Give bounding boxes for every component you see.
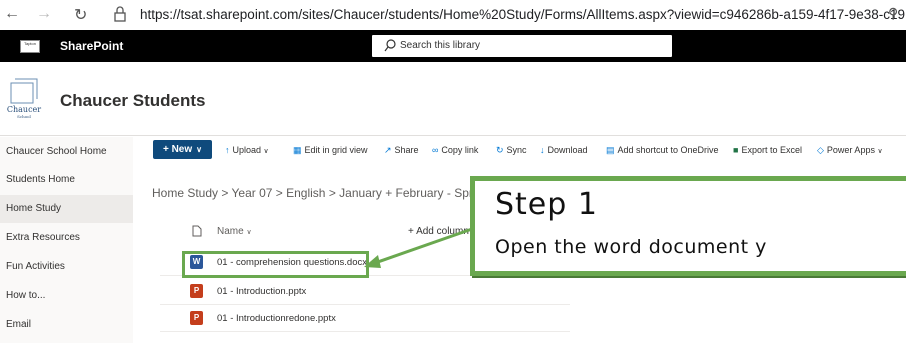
export-excel-label: Export to Excel: [741, 145, 802, 155]
site-logo[interactable]: Chaucer School: [5, 77, 43, 121]
powerpoint-file-icon: P: [190, 311, 203, 325]
breadcrumb: Home Study > Year 07 > English > January…: [152, 186, 476, 200]
upload-icon: ↑: [225, 145, 230, 155]
refresh-icon[interactable]: ↻: [74, 5, 87, 25]
chevron-down-icon: ∨: [246, 229, 252, 236]
chevron-right-icon: >: [328, 186, 340, 200]
chevron-right-icon: >: [275, 186, 287, 200]
grid-icon: ▦: [293, 145, 302, 155]
instruction-callout: Step 1 Open the word document y: [470, 176, 906, 276]
zoom-icon[interactable]: ⚲: [888, 5, 898, 22]
export-excel-button[interactable]: ■ Export to Excel: [733, 145, 802, 155]
sidebar: Chaucer School Home Students Home Home S…: [0, 137, 133, 343]
edit-grid-button[interactable]: ▦ Edit in grid view: [293, 145, 368, 156]
list-item[interactable]: P 01 - Introductionredone.pptx: [160, 306, 570, 332]
app-title[interactable]: SharePoint: [60, 39, 123, 53]
command-bar: + New ∨ ↑ Upload ∨ ▦ Edit in grid view ↗ Sh…: [133, 137, 906, 163]
org-logo-text: Tapton: [23, 41, 36, 46]
file-type-icon: [192, 225, 202, 237]
upload-button[interactable]: ↑ Upload ∨: [225, 145, 269, 155]
sidebar-item-email[interactable]: Email: [0, 311, 133, 339]
new-button[interactable]: + New ∨: [153, 140, 212, 159]
org-logo[interactable]: Tapton: [20, 40, 40, 53]
sync-icon: ↻: [496, 145, 504, 155]
power-apps-button[interactable]: ◇ Power Apps ∨: [817, 145, 883, 156]
sidebar-item-extra-resources[interactable]: Extra Resources: [0, 224, 133, 252]
chevron-down-icon: ∨: [196, 145, 203, 154]
search-input[interactable]: Search this library: [372, 35, 672, 57]
callout-step: Step 1: [495, 187, 598, 222]
name-column-label: Name: [217, 226, 244, 237]
site-header: Chaucer School Chaucer Students: [0, 62, 906, 136]
file-name[interactable]: 01 - Introduction.pptx: [217, 286, 306, 297]
sidebar-item-how-to[interactable]: How to...: [0, 282, 133, 310]
power-apps-icon: ◇: [817, 145, 824, 155]
edit-grid-label: Edit in grid view: [304, 145, 368, 155]
search-placeholder: Search this library: [400, 40, 481, 51]
breadcrumb-item[interactable]: January + February - Spri: [339, 186, 475, 200]
upload-label: Upload: [232, 145, 262, 155]
site-logo-subtext: School: [17, 114, 31, 119]
chevron-right-icon: >: [221, 186, 232, 200]
sync-label: Sync: [506, 145, 527, 155]
shortcut-icon: ▤: [606, 145, 615, 155]
list-item[interactable]: P 01 - Introduction.pptx: [160, 279, 570, 305]
pointer-arrow-icon: [364, 227, 473, 268]
arrow-left-icon[interactable]: ←: [4, 5, 20, 23]
excel-icon: ■: [733, 145, 739, 155]
breadcrumb-item[interactable]: Home Study: [152, 186, 218, 200]
share-icon: ↗: [384, 145, 392, 155]
add-shortcut-label: Add shortcut to OneDrive: [617, 145, 719, 155]
breadcrumb-item[interactable]: Year 07: [232, 186, 273, 200]
site-title[interactable]: Chaucer Students: [60, 91, 205, 111]
highlight-box: [182, 251, 369, 278]
browser-toolbar: ← → ↻ https://tsat.sharepoint.com/sites/…: [0, 0, 906, 30]
download-icon: ↓: [540, 145, 545, 155]
callout-instruction: Open the word document y: [495, 236, 767, 258]
new-button-label: + New: [162, 144, 193, 155]
share-button[interactable]: ↗ Share: [384, 145, 419, 156]
copy-link-label: Copy link: [441, 145, 479, 155]
sidebar-item-fun-activities[interactable]: Fun Activities: [0, 253, 133, 281]
chevron-down-icon: ∨: [263, 148, 269, 155]
breadcrumb-item[interactable]: English: [286, 186, 325, 200]
search-icon: [384, 39, 396, 52]
sidebar-item-chaucer-school-home[interactable]: Chaucer School Home: [0, 138, 133, 166]
download-button[interactable]: ↓ Download: [540, 145, 588, 155]
copy-link-button[interactable]: ∞ Copy link: [432, 145, 478, 155]
power-apps-label: Power Apps: [826, 145, 875, 155]
sidebar-item-home-study[interactable]: Home Study: [0, 195, 133, 223]
share-label: Share: [394, 145, 419, 155]
site-logo-text: Chaucer: [7, 105, 41, 114]
arrow-right-icon[interactable]: →: [36, 5, 52, 23]
add-shortcut-button[interactable]: ▤ Add shortcut to OneDrive: [606, 145, 719, 156]
file-name[interactable]: 01 - Introductionredone.pptx: [217, 313, 336, 324]
chevron-down-icon: ∨: [877, 148, 883, 155]
name-column-header[interactable]: Name ∨: [217, 226, 252, 237]
sync-button[interactable]: ↻ Sync: [496, 145, 527, 156]
link-icon: ∞: [432, 145, 439, 155]
address-bar[interactable]: https://tsat.sharepoint.com/sites/Chauce…: [140, 7, 906, 22]
download-label: Download: [547, 145, 588, 155]
powerpoint-file-icon: P: [190, 284, 203, 298]
sidebar-item-students-home[interactable]: Students Home: [0, 166, 133, 194]
lock-icon: [114, 6, 126, 22]
suite-bar: Tapton SharePoint Search this library: [0, 30, 906, 62]
